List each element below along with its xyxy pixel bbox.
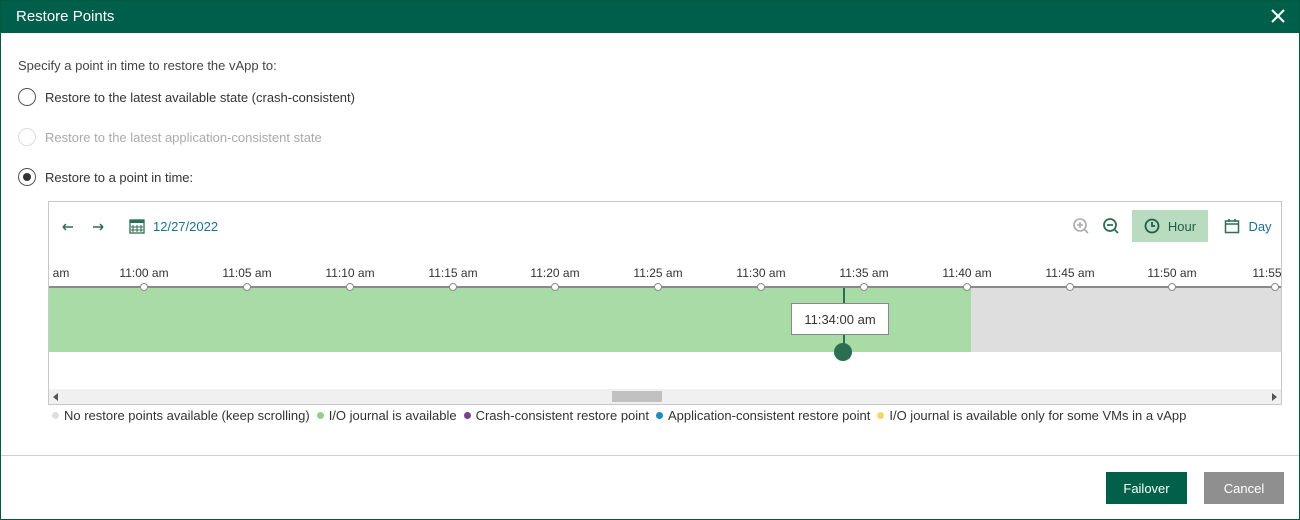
close-icon[interactable]	[1269, 7, 1287, 25]
tick-dot	[860, 283, 868, 291]
zoom-hour-label: Hour	[1167, 218, 1197, 234]
tick-dot	[1066, 283, 1074, 291]
tick-dot	[551, 283, 559, 291]
tick-dot	[963, 283, 971, 291]
tick-label: 11:05 am	[222, 266, 272, 280]
tick-label: 11:00 am	[119, 266, 169, 280]
tick-label: 11:50 am	[1147, 266, 1197, 280]
calendar-day-icon	[1225, 219, 1240, 234]
legend-dot	[656, 412, 664, 419]
legend-label: Crash-consistent restore point	[475, 408, 650, 423]
zoom-out-icon[interactable]	[1101, 216, 1121, 236]
date-value: 12/27/2022	[153, 218, 219, 234]
tick-dot	[346, 283, 354, 291]
option-label: Restore to the latest application-consis…	[45, 129, 322, 145]
timeline-scrollbar[interactable]	[49, 389, 1281, 404]
legend-item: I/O journal is available	[316, 408, 457, 423]
dialog-title: Restore Points	[16, 8, 115, 25]
failover-button[interactable]: Failover	[1106, 472, 1187, 504]
tick-label: am	[52, 266, 70, 280]
tick-label: 11:30 am	[736, 266, 786, 280]
footer-divider	[1, 455, 1299, 456]
restore-prompt: Specify a point in time to restore the v…	[18, 58, 277, 73]
no-restore-points-band	[971, 288, 1281, 352]
restore-timeline[interactable]: 12/27/2022 Hour Day am 11:00 am 11:05 am…	[48, 201, 1282, 405]
option-label: Restore to a point in time:	[45, 169, 194, 185]
tick-label: 11:40 am	[942, 266, 992, 280]
legend-label: No restore points available (keep scroll…	[64, 408, 310, 423]
arrow-left-icon[interactable]	[60, 219, 76, 235]
calendar-icon	[129, 219, 145, 234]
selected-time-tooltip: 11:34:00 am	[791, 303, 889, 335]
clock-icon	[1144, 218, 1160, 234]
radio-point-in-time[interactable]	[18, 168, 36, 186]
option-point-in-time[interactable]: Restore to a point in time:	[18, 168, 193, 186]
tick-label: 11:35 am	[839, 266, 889, 280]
date-picker[interactable]: 12/27/2022	[129, 218, 218, 234]
tick-dot	[243, 283, 251, 291]
restore-points-dialog: Restore Points Specify a point in time t…	[0, 0, 1300, 520]
legend-dot	[52, 412, 59, 419]
dialog-titlebar: Restore Points	[1, 1, 1299, 33]
tick-dot	[449, 283, 457, 291]
legend-label: Application-consistent restore point	[668, 408, 871, 423]
option-latest-crash-consistent[interactable]: Restore to the latest available state (c…	[18, 88, 355, 106]
timeline-axis	[49, 286, 1281, 288]
tick-label: 11:55	[1252, 266, 1282, 280]
zoom-in-icon[interactable]	[1071, 216, 1091, 236]
zoom-day-button[interactable]: Day	[1219, 210, 1277, 242]
tick-dot	[757, 283, 765, 291]
timeline-legend: No restore points available (keep scroll…	[52, 408, 1193, 423]
legend-dot	[463, 412, 471, 419]
tick-label: 11:15 am	[428, 266, 478, 280]
tick-dot	[654, 283, 662, 291]
legend-item: I/O journal is available only for some V…	[877, 408, 1186, 423]
legend-label: I/O journal is available	[328, 408, 457, 423]
radio-latest-crash-consistent[interactable]	[18, 88, 36, 106]
tick-dot	[1271, 283, 1279, 291]
scroll-thumb[interactable]	[612, 391, 662, 402]
cancel-button[interactable]: Cancel	[1204, 472, 1284, 504]
tick-dot	[140, 283, 148, 291]
legend-label: I/O journal is available only for some V…	[889, 408, 1187, 423]
scroll-left-icon[interactable]	[53, 393, 58, 401]
legend-item: Crash-consistent restore point	[463, 408, 650, 423]
tick-label: 11:45 am	[1045, 266, 1095, 280]
legend-item: No restore points available (keep scroll…	[52, 408, 310, 423]
arrow-right-icon[interactable]	[90, 219, 106, 235]
tick-label: 11:25 am	[633, 266, 683, 280]
option-label: Restore to the latest available state (c…	[45, 89, 355, 105]
legend-item: Application-consistent restore point	[656, 408, 870, 423]
time-slider-handle[interactable]	[834, 343, 852, 361]
tick-label: 11:20 am	[530, 266, 580, 280]
tick-dot	[1168, 283, 1176, 291]
legend-dot	[877, 412, 885, 419]
option-latest-app-consistent: Restore to the latest application-consis…	[18, 128, 322, 146]
scroll-right-icon[interactable]	[1272, 393, 1277, 401]
tick-label: 11:10 am	[325, 266, 375, 280]
zoom-hour-button[interactable]: Hour	[1132, 210, 1208, 242]
radio-latest-app-consistent	[18, 128, 36, 146]
legend-dot	[316, 412, 324, 419]
zoom-day-label: Day	[1248, 218, 1272, 234]
